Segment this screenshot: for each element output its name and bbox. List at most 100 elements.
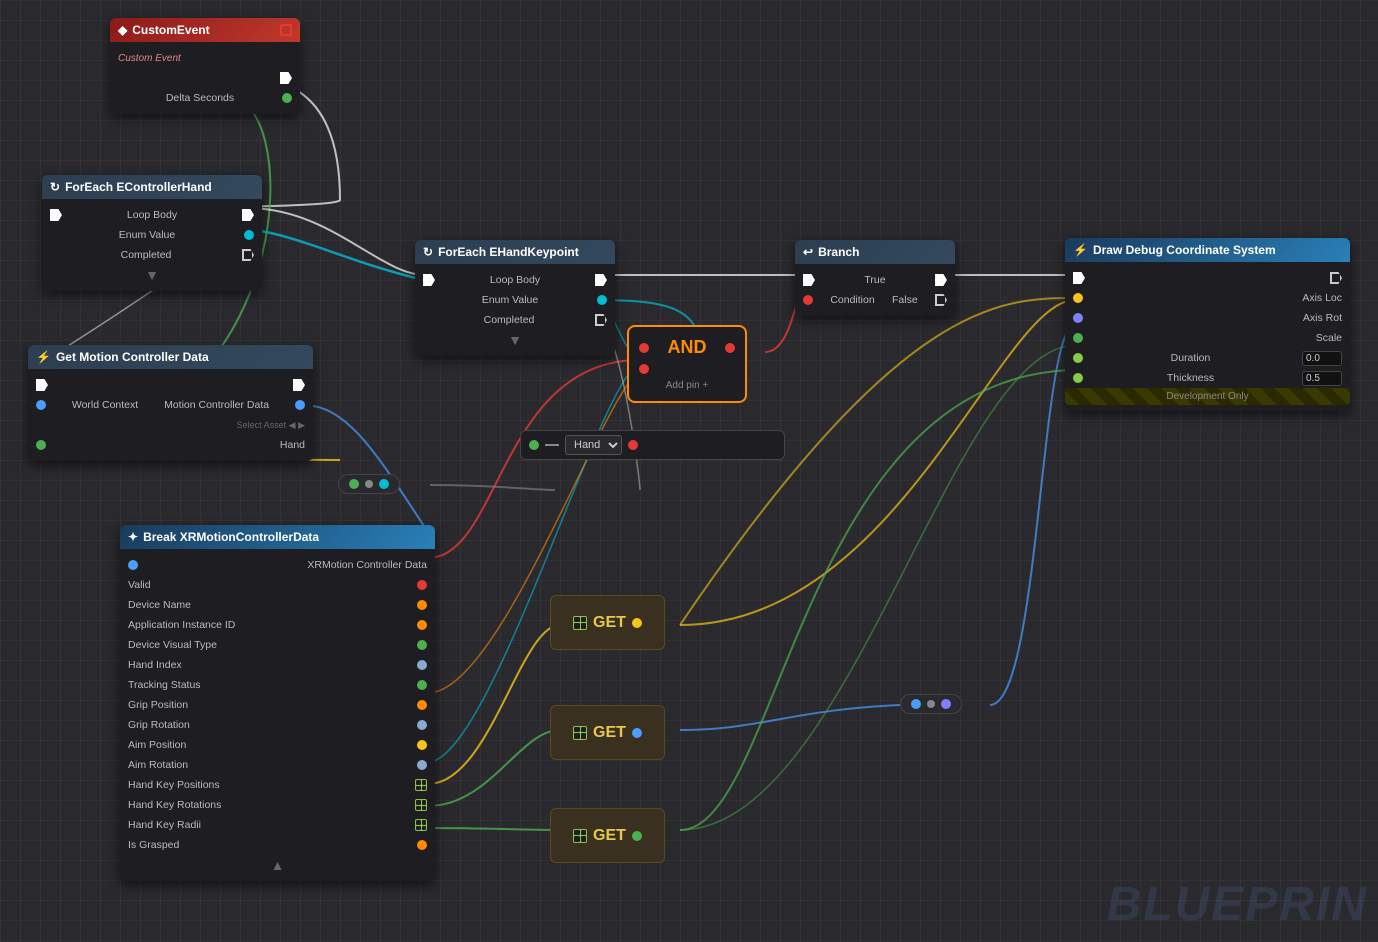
- completed-pin[interactable]: [242, 249, 254, 261]
- ar-out[interactable]: [941, 699, 951, 709]
- completed-pin[interactable]: [595, 314, 607, 326]
- refresh-icon: ↻: [423, 245, 433, 259]
- is-grasped-pin[interactable]: [417, 840, 427, 850]
- false-pin[interactable]: [935, 294, 947, 306]
- hand-in-pin[interactable]: [529, 440, 539, 450]
- duration-input[interactable]: [1302, 351, 1342, 366]
- subtitle-row: Custom Event: [110, 48, 300, 68]
- exec-out-pin[interactable]: [280, 72, 292, 84]
- grip-rot-pin[interactable]: [417, 720, 427, 730]
- loop-body-pin[interactable]: [242, 209, 254, 221]
- node-title: Get Motion Controller Data: [56, 350, 209, 364]
- get3-out-pin[interactable]: [632, 831, 642, 841]
- grip-pos-pin[interactable]: [417, 700, 427, 710]
- exec-in[interactable]: [1073, 272, 1085, 284]
- hand-index-pin[interactable]: [417, 660, 427, 670]
- foreach-controller-node: ↻ ForEach EControllerHand Loop Body Enum…: [42, 175, 262, 291]
- enum-value-pin[interactable]: [244, 230, 254, 240]
- scale-pin[interactable]: [1073, 333, 1083, 343]
- break-icon: ✦: [128, 530, 138, 544]
- foreach-keypoint-node: ↻ ForEach EHandKeypoint Loop Body Enum V…: [415, 240, 615, 356]
- mc-mid: [365, 480, 373, 488]
- and-addpin[interactable]: Add pin +: [639, 380, 735, 391]
- custom-event-body: Custom Event Delta Seconds: [110, 42, 300, 114]
- node-title: CustomEvent: [132, 23, 209, 37]
- tracking-pin[interactable]: [417, 680, 427, 690]
- get2-out-pin[interactable]: [632, 728, 642, 738]
- hand-select[interactable]: Hand: [565, 435, 622, 455]
- and-in2[interactable]: [639, 364, 649, 374]
- get3-in-pin[interactable]: [573, 829, 587, 843]
- exec-in[interactable]: [803, 274, 815, 286]
- foreach-controller-body: Loop Body Enum Value Completed ▼: [42, 199, 262, 291]
- draw-debug-body: Axis Loc Axis Rot Scale Duration Thickne…: [1065, 262, 1350, 411]
- get1-out-pin[interactable]: [632, 618, 642, 628]
- true-pin[interactable]: [935, 274, 947, 286]
- foreach-controller-header: ↻ ForEach EControllerHand: [42, 175, 262, 199]
- get-motion-header: ⚡ Get Motion Controller Data: [28, 345, 313, 369]
- break-xr-body: XRMotion Controller Data Valid Device Na…: [120, 549, 435, 881]
- draw-debug-header: ⚡ Draw Debug Coordinate System: [1065, 238, 1350, 262]
- valid-pin[interactable]: [417, 580, 427, 590]
- app-id-pin[interactable]: [417, 620, 427, 630]
- hand-pin[interactable]: [36, 440, 46, 450]
- motion-data-pin[interactable]: [295, 400, 305, 410]
- expand-icon[interactable]: ▼: [508, 332, 522, 348]
- visual-type-pin[interactable]: [417, 640, 427, 650]
- exec-in[interactable]: [36, 379, 48, 391]
- hand-key-rad-pin[interactable]: [415, 819, 427, 831]
- refresh-icon: ↻: [50, 180, 60, 194]
- func-icon: ⚡: [36, 350, 51, 364]
- custom-event-header: ◆ CustomEvent: [110, 18, 300, 42]
- device-name-pin[interactable]: [417, 600, 427, 610]
- aim-rot-pin[interactable]: [417, 760, 427, 770]
- delta-seconds-pin[interactable]: [282, 93, 292, 103]
- hand-key-pos-pin[interactable]: [415, 779, 427, 791]
- func-icon: ⚡: [1073, 243, 1088, 257]
- branch-header: ↩ Branch: [795, 240, 955, 264]
- exec-in-pin[interactable]: [50, 209, 62, 221]
- aim-pos-pin[interactable]: [417, 740, 427, 750]
- expand-icon[interactable]: ▲: [271, 857, 285, 873]
- and-out[interactable]: [725, 343, 735, 353]
- branch-node: ↩ Branch True Condition False: [795, 240, 955, 316]
- and-in1[interactable]: [639, 343, 649, 353]
- branch-body: True Condition False: [795, 264, 955, 316]
- hand-key-rot-pin[interactable]: [415, 799, 427, 811]
- hand-out-pin[interactable]: [628, 440, 638, 450]
- loop-body-out[interactable]: [595, 274, 607, 286]
- mini-connector-node: [338, 474, 400, 494]
- blueprint-watermark: BLUEPRIN: [1107, 877, 1368, 932]
- expand-icon[interactable]: ▼: [145, 267, 159, 283]
- exec-out[interactable]: [293, 379, 305, 391]
- get1-in-pin[interactable]: [573, 616, 587, 630]
- dev-only-banner: Development Only: [1065, 388, 1350, 405]
- mc-in[interactable]: [349, 479, 359, 489]
- world-context-pin[interactable]: [36, 400, 46, 410]
- xr-in-pin[interactable]: [128, 560, 138, 570]
- thickness-pin[interactable]: [1073, 373, 1083, 383]
- node-title: ForEach EControllerHand: [65, 180, 212, 194]
- node-title: Draw Debug Coordinate System: [1093, 243, 1276, 257]
- exec-in[interactable]: [423, 274, 435, 286]
- get1-label: GET: [593, 614, 626, 632]
- exec-out[interactable]: [1330, 272, 1342, 284]
- axis-rot-pin[interactable]: [1073, 313, 1083, 323]
- axis-loc-pin[interactable]: [1073, 293, 1083, 303]
- get-motion-controller-node: ⚡ Get Motion Controller Data World Conte…: [28, 345, 313, 461]
- hand-dropdown-node: Hand: [520, 430, 785, 460]
- close-icon[interactable]: [280, 24, 292, 36]
- enum-val-pin[interactable]: [597, 295, 607, 305]
- mc-out[interactable]: [379, 479, 389, 489]
- condition-pin[interactable]: [803, 295, 813, 305]
- delta-seconds-row: Delta Seconds: [110, 88, 300, 108]
- duration-pin[interactable]: [1073, 353, 1083, 363]
- thickness-input[interactable]: [1302, 371, 1342, 386]
- and-label: AND: [668, 337, 707, 358]
- get-node-3: GET: [550, 808, 665, 863]
- foreach-keypoint-header: ↻ ForEach EHandKeypoint: [415, 240, 615, 264]
- get2-in-pin[interactable]: [573, 726, 587, 740]
- break-xr-header: ✦ Break XRMotionControllerData: [120, 525, 435, 549]
- node-subtitle: Custom Event: [118, 53, 181, 64]
- ar-in[interactable]: [911, 699, 921, 709]
